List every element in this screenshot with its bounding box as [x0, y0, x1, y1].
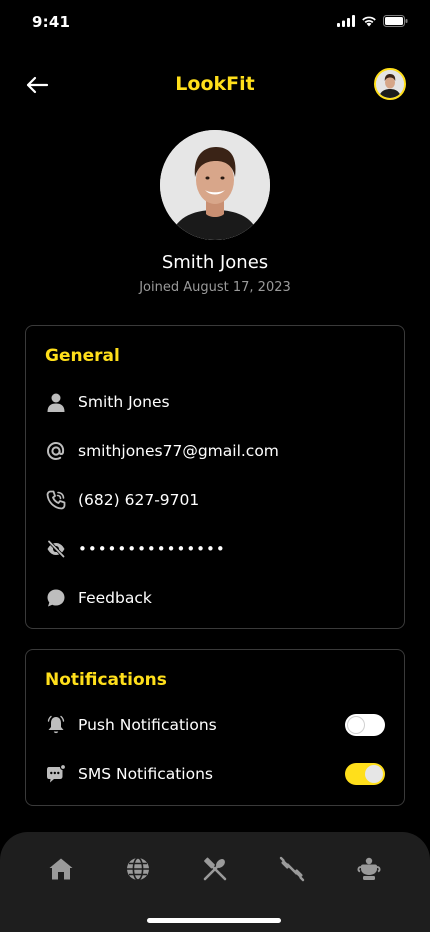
phone-row[interactable]: (682) 627-9701 — [45, 485, 385, 515]
trophy-icon — [357, 857, 381, 880]
eye-off-icon[interactable] — [45, 538, 67, 560]
nav-workout[interactable] — [272, 854, 312, 884]
nav-trophy[interactable] — [349, 854, 389, 884]
app-header: LookFit — [0, 62, 430, 108]
password-value: ••••••••••••••• — [78, 540, 226, 558]
header-avatar[interactable] — [374, 68, 406, 100]
avatar-image — [376, 70, 404, 98]
chat-bubble-icon — [45, 587, 67, 609]
bottom-nav — [0, 832, 430, 932]
notifications-card: Notifications Push Notifications SMS Not… — [25, 649, 405, 806]
sms-icon — [45, 763, 67, 785]
sms-notifications-label: SMS Notifications — [78, 765, 213, 783]
status-bar: 9:41 — [0, 0, 430, 44]
email-value: smithjones77@gmail.com — [78, 442, 279, 460]
push-notifications-toggle[interactable] — [345, 714, 385, 736]
sms-notifications-row: SMS Notifications — [45, 759, 385, 789]
utensils-icon — [203, 857, 227, 881]
email-row[interactable]: smithjones77@gmail.com — [45, 436, 385, 466]
feedback-label: Feedback — [78, 589, 152, 607]
toggle-knob — [365, 765, 383, 783]
globe-icon — [126, 857, 149, 881]
profile-photo — [160, 130, 270, 240]
status-time: 9:41 — [32, 13, 71, 31]
status-icons — [337, 15, 408, 27]
nav-home[interactable] — [41, 854, 81, 884]
password-row[interactable]: ••••••••••••••• — [45, 534, 385, 564]
battery-icon — [383, 15, 408, 27]
push-notifications-label: Push Notifications — [78, 716, 217, 734]
home-icon — [49, 858, 73, 880]
notifications-title: Notifications — [45, 670, 167, 690]
feedback-row[interactable]: Feedback — [45, 583, 385, 613]
phone-icon — [45, 489, 67, 511]
profile-joined-date: Joined August 17, 2023 — [139, 280, 291, 295]
bell-icon — [45, 714, 67, 736]
signal-icon — [337, 15, 355, 27]
user-icon — [45, 391, 67, 413]
name-row[interactable]: Smith Jones — [45, 387, 385, 417]
push-notifications-row: Push Notifications — [45, 710, 385, 740]
nav-nutrition[interactable] — [195, 854, 235, 884]
phone-value: (682) 627-9701 — [78, 491, 200, 509]
toggle-knob — [347, 716, 365, 734]
general-title: General — [45, 346, 120, 366]
wifi-icon — [362, 16, 376, 27]
app-title: LookFit — [175, 73, 255, 95]
profile-avatar[interactable] — [160, 130, 270, 240]
sms-notifications-toggle[interactable] — [345, 763, 385, 785]
name-value: Smith Jones — [78, 393, 170, 411]
at-icon — [45, 440, 67, 462]
nav-explore[interactable] — [118, 854, 158, 884]
home-indicator[interactable] — [147, 918, 281, 923]
dumbbell-icon — [279, 856, 305, 882]
profile-name: Smith Jones — [161, 252, 269, 273]
general-card: General Smith Jones smithjones77@gmail.c… — [25, 325, 405, 629]
